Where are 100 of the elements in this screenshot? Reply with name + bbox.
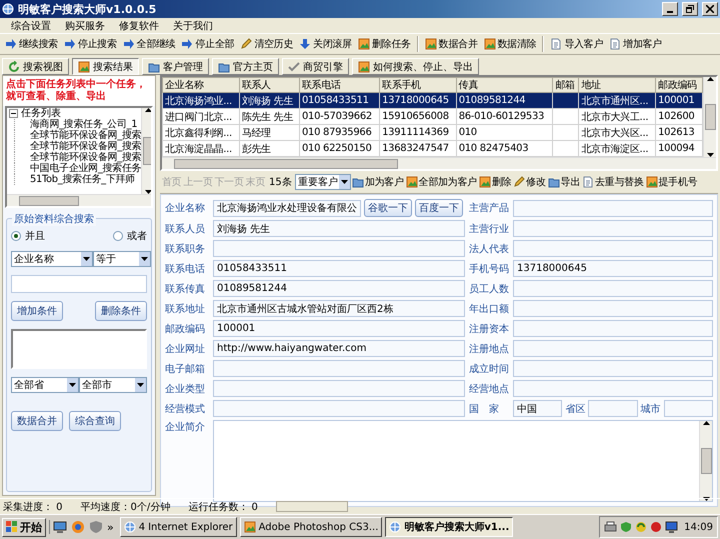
toolbar-button[interactable]: 清空历史 bbox=[237, 36, 296, 52]
text-field[interactable]: 北京海扬鸿业水处理设备有限公 bbox=[213, 200, 361, 216]
vertical-scrollbar[interactable] bbox=[141, 108, 151, 194]
text-field[interactable] bbox=[513, 200, 713, 216]
printer-icon[interactable] bbox=[604, 521, 618, 533]
close-button[interactable] bbox=[702, 2, 718, 16]
maximize-button[interactable] bbox=[682, 2, 698, 16]
radio-option[interactable]: 并且 bbox=[11, 229, 45, 243]
scroll-up-arrow-icon[interactable] bbox=[706, 77, 714, 81]
province-select[interactable]: 全部省 bbox=[11, 377, 79, 393]
record-action-button[interactable]: 导出 bbox=[546, 174, 581, 190]
text-field[interactable] bbox=[513, 240, 713, 257]
search-action-button[interactable]: 数据合并 bbox=[11, 411, 63, 431]
text-field[interactable]: 北京市通州区古城水管站对面厂区西2栋 bbox=[213, 300, 465, 317]
text-field[interactable]: 刘海扬 先生 bbox=[213, 220, 465, 237]
search-web-button[interactable]: 百度一下 bbox=[415, 199, 463, 217]
minimize-button[interactable] bbox=[662, 2, 678, 16]
toolbar-button[interactable]: 导入客户 bbox=[547, 36, 606, 52]
condition-button[interactable]: 删除条件 bbox=[95, 301, 147, 321]
horizontal-scrollbar[interactable] bbox=[7, 194, 151, 206]
shield-icon[interactable] bbox=[89, 520, 103, 534]
vertical-scrollbar[interactable] bbox=[699, 421, 712, 501]
record-action-button[interactable]: 加为客户 bbox=[350, 174, 405, 190]
tree-item[interactable]: 任务列表 bbox=[21, 108, 61, 119]
stop-icon[interactable] bbox=[650, 521, 662, 533]
collapse-icon[interactable] bbox=[9, 109, 18, 118]
toolbar-button[interactable]: 数据清除 bbox=[480, 36, 540, 52]
tab[interactable]: 官方主页 bbox=[212, 58, 279, 75]
tab[interactable]: 如何搜索、停止、导出 bbox=[352, 58, 479, 75]
toolbar-button[interactable]: 继续搜索 bbox=[2, 36, 61, 52]
text-field[interactable] bbox=[513, 360, 713, 377]
text-field[interactable]: 13718000645 bbox=[513, 260, 713, 277]
tab[interactable]: 搜索结果 bbox=[72, 58, 139, 75]
text-field[interactable] bbox=[513, 300, 713, 317]
record-action-button[interactable]: 去重与替换 bbox=[581, 174, 645, 190]
taskbar-button[interactable]: Adobe Photoshop CS3... bbox=[240, 517, 382, 537]
column-header[interactable]: 地址 bbox=[578, 78, 656, 92]
taskbar-button[interactable]: 明敏客户搜索大师v1... bbox=[385, 517, 514, 537]
tab[interactable]: 客户管理 bbox=[142, 58, 209, 75]
condition-input[interactable] bbox=[11, 275, 147, 293]
text-field[interactable]: 01058433511 bbox=[213, 260, 465, 277]
scroll-down-arrow-icon[interactable] bbox=[144, 190, 151, 194]
more-button[interactable]: » bbox=[107, 520, 114, 534]
text-field[interactable]: http://www.haiyangwater.com bbox=[213, 340, 465, 357]
column-header[interactable]: 联系人 bbox=[239, 78, 300, 92]
toolbar-button[interactable]: 关闭滚屏 bbox=[296, 36, 355, 52]
column-header[interactable]: 联系电话 bbox=[299, 78, 380, 92]
text-field[interactable] bbox=[513, 280, 713, 297]
scroll-down-arrow-icon[interactable] bbox=[702, 497, 710, 501]
menu-item[interactable]: 修复软件 bbox=[112, 18, 166, 32]
text-field[interactable]: 100001 bbox=[213, 320, 465, 337]
scroll-down-arrow-icon[interactable] bbox=[706, 153, 714, 157]
text-field[interactable] bbox=[213, 360, 465, 377]
tab[interactable]: 商贸引擎 bbox=[282, 58, 349, 75]
record-action-button[interactable]: 删除 bbox=[478, 174, 512, 190]
city-select[interactable]: 全部市 bbox=[79, 377, 147, 393]
scroll-up-arrow-icon[interactable] bbox=[144, 108, 151, 112]
condition-list[interactable] bbox=[11, 329, 147, 369]
menu-item[interactable]: 购买服务 bbox=[58, 18, 112, 32]
text-field[interactable] bbox=[513, 320, 713, 337]
text-field[interactable]: 中国 bbox=[513, 400, 562, 417]
tab[interactable]: 搜索视图 bbox=[2, 58, 69, 75]
monitor-icon[interactable] bbox=[665, 521, 678, 533]
operator-select[interactable]: 等于 bbox=[93, 251, 151, 267]
text-field[interactable] bbox=[513, 380, 713, 397]
horizontal-scrollbar[interactable] bbox=[162, 157, 716, 169]
column-header[interactable]: 邮箱 bbox=[552, 78, 579, 92]
toolbar-button[interactable]: 数据合并 bbox=[422, 36, 480, 52]
text-field[interactable] bbox=[213, 400, 465, 417]
search-web-button[interactable]: 谷歌一下 bbox=[364, 199, 412, 217]
category-select[interactable]: 重要客户 bbox=[294, 174, 351, 190]
scroll-up-arrow-icon[interactable] bbox=[702, 421, 710, 425]
start-button[interactable]: 开始 bbox=[2, 518, 46, 536]
text-field[interactable] bbox=[213, 380, 465, 397]
text-field[interactable] bbox=[588, 400, 638, 417]
toolbar-button[interactable]: 增加客户 bbox=[606, 36, 665, 52]
column-header[interactable]: 传真 bbox=[456, 78, 553, 92]
text-field[interactable] bbox=[664, 400, 713, 417]
text-field[interactable]: 01089581244 bbox=[213, 280, 465, 297]
record-action-button[interactable]: 修改 bbox=[512, 174, 547, 190]
column-header[interactable]: 企业名称 bbox=[162, 78, 240, 92]
column-header[interactable]: 邮政编码 bbox=[656, 78, 702, 92]
vertical-scrollbar[interactable] bbox=[703, 77, 716, 157]
text-field[interactable] bbox=[213, 240, 465, 257]
text-field[interactable] bbox=[513, 340, 713, 357]
toolbar-button[interactable]: 全部继续 bbox=[120, 36, 178, 52]
column-header[interactable]: 联系手机 bbox=[380, 78, 456, 92]
menu-item[interactable]: 综合设置 bbox=[4, 18, 58, 32]
toolbar-button[interactable]: 停止搜索 bbox=[60, 36, 120, 52]
toolbar-button[interactable]: 停止全部 bbox=[178, 36, 238, 52]
radio-circle[interactable] bbox=[113, 231, 123, 241]
record-action-button[interactable]: 提手机号 bbox=[644, 174, 698, 190]
desktop-icon[interactable] bbox=[53, 520, 67, 534]
field-select[interactable]: 企业名称 bbox=[11, 251, 93, 267]
radio-option[interactable]: 或者 bbox=[113, 229, 147, 243]
text-field[interactable] bbox=[513, 220, 713, 237]
menu-item[interactable]: 关于我们 bbox=[166, 18, 220, 32]
taskbar-button[interactable]: 4 Internet Explorer bbox=[120, 517, 237, 537]
radio-circle[interactable] bbox=[11, 231, 21, 241]
record-action-button[interactable]: 全部加为客户 bbox=[404, 174, 478, 190]
